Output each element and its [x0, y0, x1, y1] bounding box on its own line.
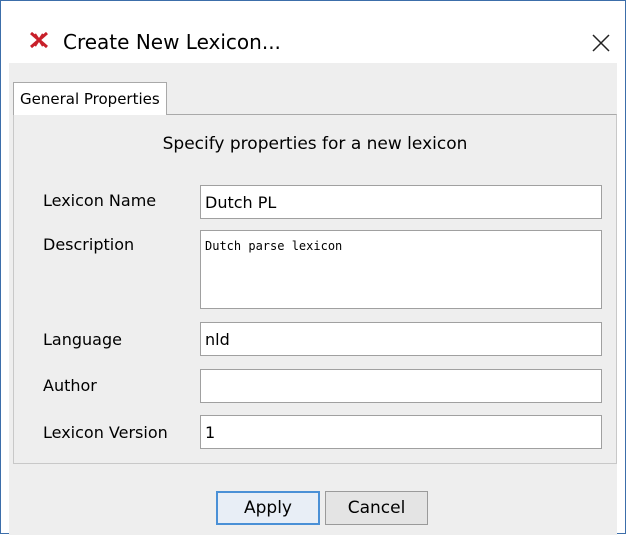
- lexicon-name-label: Lexicon Name: [43, 191, 157, 210]
- close-icon: [592, 34, 610, 52]
- title-bar[interactable]: Create New Lexicon...: [1, 1, 625, 63]
- button-bar: Apply Cancel: [9, 491, 617, 531]
- author-field[interactable]: [200, 369, 602, 403]
- tab-general-properties[interactable]: General Properties: [13, 82, 167, 115]
- window-title: Create New Lexicon...: [63, 30, 281, 54]
- panel-subtitle: Specify properties for a new lexicon: [162, 134, 468, 154]
- create-lexicon-dialog: Create New Lexicon... General Properties…: [0, 0, 626, 535]
- lexicon-version-label: Lexicon Version: [43, 423, 168, 442]
- description-field[interactable]: Dutch parse lexicon: [200, 230, 602, 309]
- general-properties-panel: Specify properties for a new lexicon Lex…: [13, 114, 617, 464]
- description-label: Description: [43, 235, 135, 254]
- lexicon-name-field[interactable]: [200, 185, 602, 219]
- apply-button[interactable]: Apply: [216, 491, 320, 525]
- app-x-icon: [29, 31, 49, 49]
- cancel-button[interactable]: Cancel: [325, 491, 428, 525]
- dialog-content: General Properties Specify properties fo…: [9, 63, 617, 535]
- language-label: Language: [43, 330, 122, 349]
- author-label: Author: [43, 376, 97, 395]
- language-field[interactable]: [200, 322, 602, 356]
- close-button[interactable]: [581, 23, 621, 63]
- lexicon-version-field[interactable]: [200, 415, 602, 449]
